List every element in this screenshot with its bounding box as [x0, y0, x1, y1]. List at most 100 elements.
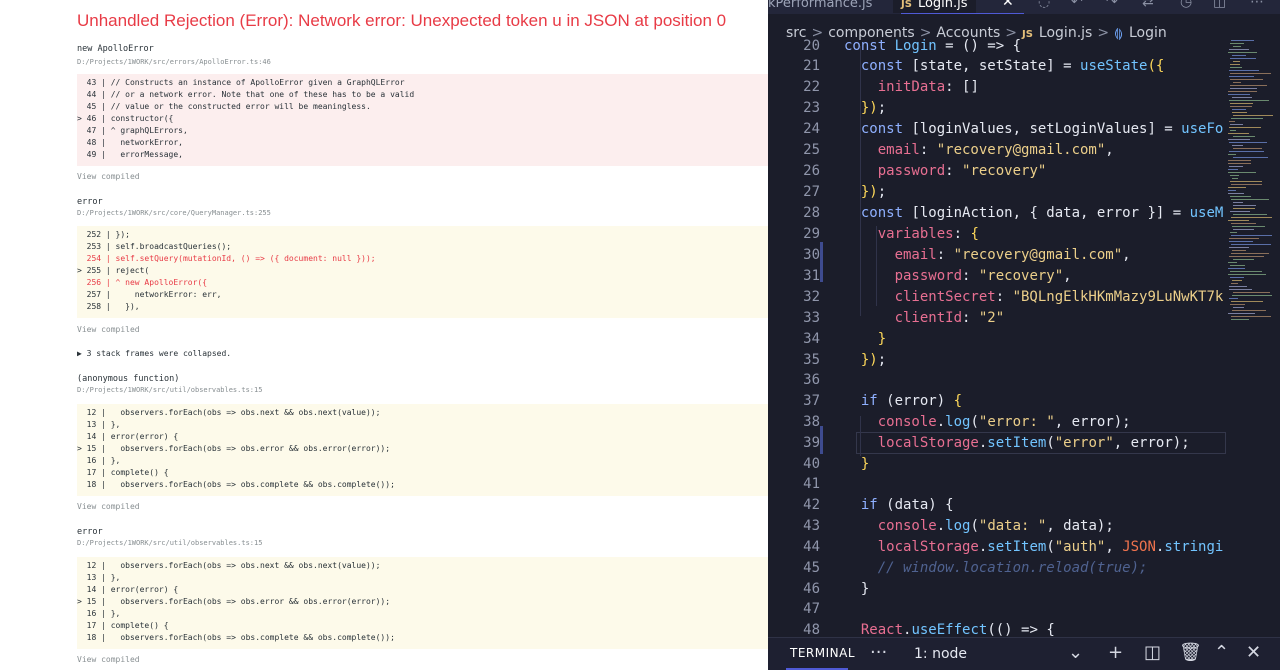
line-number: 43	[803, 518, 820, 534]
line-number: 42	[803, 497, 820, 513]
git-change-marker	[820, 242, 823, 282]
minimap-line	[1228, 94, 1250, 95]
minimap-line	[1233, 292, 1270, 293]
code-line-43: console.log("data: ", data);	[844, 518, 1114, 534]
code-snippet-line: 13 | },	[77, 573, 121, 582]
minimap-line	[1229, 76, 1254, 77]
code-line-29: variables: {	[844, 226, 979, 242]
minimap-line	[1228, 160, 1251, 161]
line-number: 24	[803, 121, 820, 137]
tab-login-js[interactable]: JS Login.js	[893, 0, 976, 13]
view-compiled-link[interactable]: View compiled	[77, 655, 140, 664]
line-number: 33	[803, 310, 820, 326]
stack-frame-name: error	[77, 197, 103, 207]
minimap-line	[1228, 313, 1255, 314]
split-editor-icon[interactable]: ◫	[1213, 0, 1226, 10]
code-snippet-line: 13 | },	[77, 420, 121, 429]
timeline-icon[interactable]: ◷	[1180, 0, 1192, 10]
minimap-line	[1232, 97, 1252, 98]
code-line-42: if (data) {	[844, 497, 954, 513]
git-change-marker	[820, 426, 823, 454]
minimap-line	[1230, 124, 1243, 125]
active-tab-indicator	[901, 13, 1024, 14]
code-line-40: }	[844, 456, 870, 472]
go-forward-icon[interactable]: ↷	[1106, 0, 1118, 10]
split-terminal-icon[interactable]: ◫	[1144, 642, 1161, 663]
view-compiled-link[interactable]: View compiled	[77, 172, 140, 181]
line-number: 20	[803, 38, 820, 54]
plus-icon[interactable]: +	[1108, 642, 1123, 663]
code-line-24: const [loginValues, setLoginValues] = us…	[844, 121, 1224, 137]
minimap-line	[1233, 61, 1240, 62]
trash-icon[interactable]: 🗑	[1179, 642, 1202, 663]
minimap-line	[1230, 73, 1271, 74]
code-snippet: 12 | observers.forEach(obs => obs.next &…	[77, 557, 768, 649]
line-number: 34	[803, 331, 820, 347]
code-line-34: }	[844, 331, 887, 347]
code-snippet-line: 48 | networkError,	[77, 138, 183, 147]
code-line-45: // window.location.reload(true);	[844, 560, 1148, 576]
chevron-down-icon[interactable]: ⌄	[1068, 642, 1083, 663]
minimap-line	[1230, 175, 1239, 176]
view-compiled-link[interactable]: View compiled	[77, 325, 140, 334]
git-compare-icon[interactable]: ◌	[1038, 0, 1050, 10]
minimap-line	[1228, 220, 1249, 221]
code-snippet: 12 | observers.forEach(obs => obs.next &…	[77, 404, 768, 496]
minimap[interactable]	[1228, 40, 1278, 330]
minimap-line	[1231, 184, 1262, 185]
code-editor: kPerformance.js JS Login.js ✕ ◌ ↶ ↷ ⇄ ◷ ◫…	[768, 0, 1280, 670]
minimap-line	[1231, 283, 1238, 284]
minimap-line	[1228, 274, 1266, 275]
error-title: Unhandled Rejection (Error): Network err…	[77, 11, 727, 30]
code-snippet-line: 12 | observers.forEach(obs => obs.next &…	[77, 561, 381, 570]
more-actions-icon[interactable]: ···	[870, 642, 887, 663]
line-number: 35	[803, 352, 820, 368]
code-line-33: clientId: "2"	[844, 310, 1005, 326]
minimap-line	[1232, 145, 1243, 146]
more-actions-icon[interactable]: ⋯	[1250, 0, 1264, 10]
line-number: 46	[803, 581, 820, 597]
code-line-22: initData: []	[844, 79, 979, 95]
minimap-line	[1233, 205, 1256, 206]
code-snippet-line: 16 | },	[77, 609, 121, 618]
code-line-21: const [state, setState] = useState({	[844, 58, 1165, 74]
minimap-line	[1229, 100, 1269, 101]
go-back-icon[interactable]: ↶	[1071, 0, 1083, 10]
line-number: 28	[803, 205, 820, 221]
stack-frame-path: D:/Projects/1WORK/src/core/QueryManager.…	[77, 209, 271, 217]
minimap-line	[1233, 148, 1262, 149]
minimap-line	[1229, 289, 1252, 290]
tab-kperformance[interactable]: kPerformance.js	[768, 0, 872, 13]
code-snippet-line: 17 | complete() {	[77, 468, 169, 477]
minimap-line	[1228, 163, 1251, 164]
minimap-line	[1230, 43, 1244, 44]
code-snippet-line: 254 | self.setQuery(mutationId, () => ({…	[77, 254, 376, 263]
minimap-line	[1229, 142, 1267, 143]
minimap-line	[1230, 85, 1267, 86]
terminal-tab[interactable]: TERMINAL	[790, 646, 855, 660]
code-snippet-line: 17 | complete() {	[77, 621, 169, 630]
close-icon[interactable]: ✕	[1246, 642, 1261, 663]
minimap-line	[1228, 139, 1250, 140]
line-number: 38	[803, 414, 820, 430]
close-icon[interactable]: ✕	[1002, 0, 1014, 10]
code-snippet-line: 49 | errorMessage,	[77, 150, 183, 159]
minimap-line	[1230, 232, 1237, 233]
code-line-23: });	[844, 100, 887, 116]
line-number: 25	[803, 142, 820, 158]
open-changes-icon[interactable]: ⇄	[1142, 0, 1154, 10]
collapsed-frames-toggle[interactable]: ▶ 3 stack frames were collapsed.	[77, 349, 231, 358]
code-snippet-line: > 15 | observers.forEach(obs => obs.erro…	[77, 597, 391, 606]
view-compiled-link[interactable]: View compiled	[77, 502, 140, 511]
code-snippet-line: 12 | observers.forEach(obs => obs.next &…	[77, 408, 381, 417]
minimap-line	[1233, 115, 1273, 116]
chevron-up-icon[interactable]: ⌃	[1214, 642, 1229, 663]
line-number: 40	[803, 456, 820, 472]
minimap-line	[1233, 136, 1255, 137]
minimap-line	[1229, 241, 1253, 242]
minimap-line	[1232, 310, 1266, 311]
code-area[interactable]: const Login = () => { const [state, setS…	[844, 36, 1228, 636]
terminal-select[interactable]: 1: node	[914, 646, 967, 662]
minimap-line	[1230, 277, 1244, 278]
minimap-line	[1229, 247, 1249, 248]
